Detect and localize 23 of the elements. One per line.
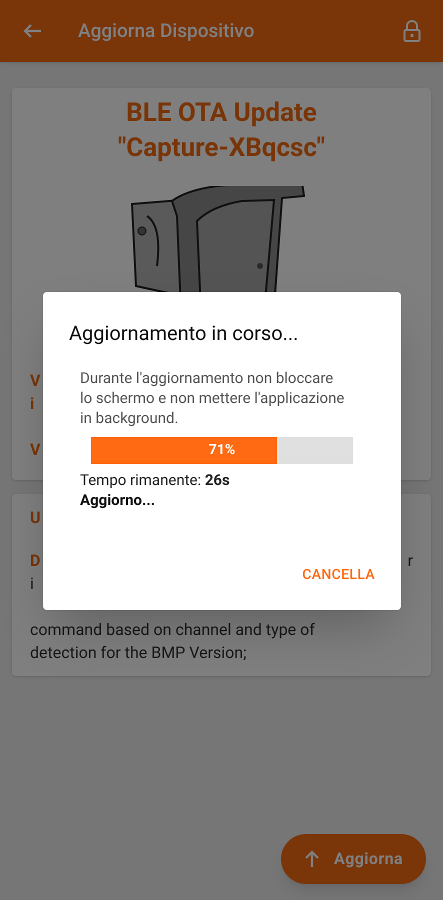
description-text: i: [30, 573, 34, 595]
field-label: i: [30, 393, 34, 415]
description-text: command based on channel and type of: [30, 619, 315, 641]
description-text: detection for the BMP Version;: [30, 642, 246, 664]
dialog-title: Aggiornamento in corso...: [69, 320, 300, 347]
device-name: "Capture-XBqcsc": [116, 132, 326, 165]
description-text: r: [408, 550, 413, 572]
lock-icon: [403, 20, 421, 42]
field-label: V: [30, 439, 40, 461]
up-arrow-icon: [304, 850, 320, 868]
field-label: D: [30, 550, 40, 572]
section-heading: U: [30, 507, 41, 529]
screen-title: Aggiorna Dispositivo: [78, 18, 256, 44]
dialog-message: Durante l'aggiornamento non bloccare lo schermo e non mettere l'applicazione in background.: [80, 368, 346, 428]
status-text: Aggiorno...: [80, 490, 156, 510]
card-title: BLE OTA Update: [125, 97, 318, 130]
back-arrow-icon: [22, 23, 42, 39]
field-label: V: [30, 370, 40, 392]
cancel-button[interactable]: CANCELLA: [302, 565, 375, 586]
lock-button[interactable]: [401, 19, 423, 43]
update-button[interactable]: Aggiorna: [281, 834, 426, 884]
remaining-time: Tempo rimanente: 26s: [80, 470, 231, 490]
progress-label: 71%: [208, 441, 236, 460]
